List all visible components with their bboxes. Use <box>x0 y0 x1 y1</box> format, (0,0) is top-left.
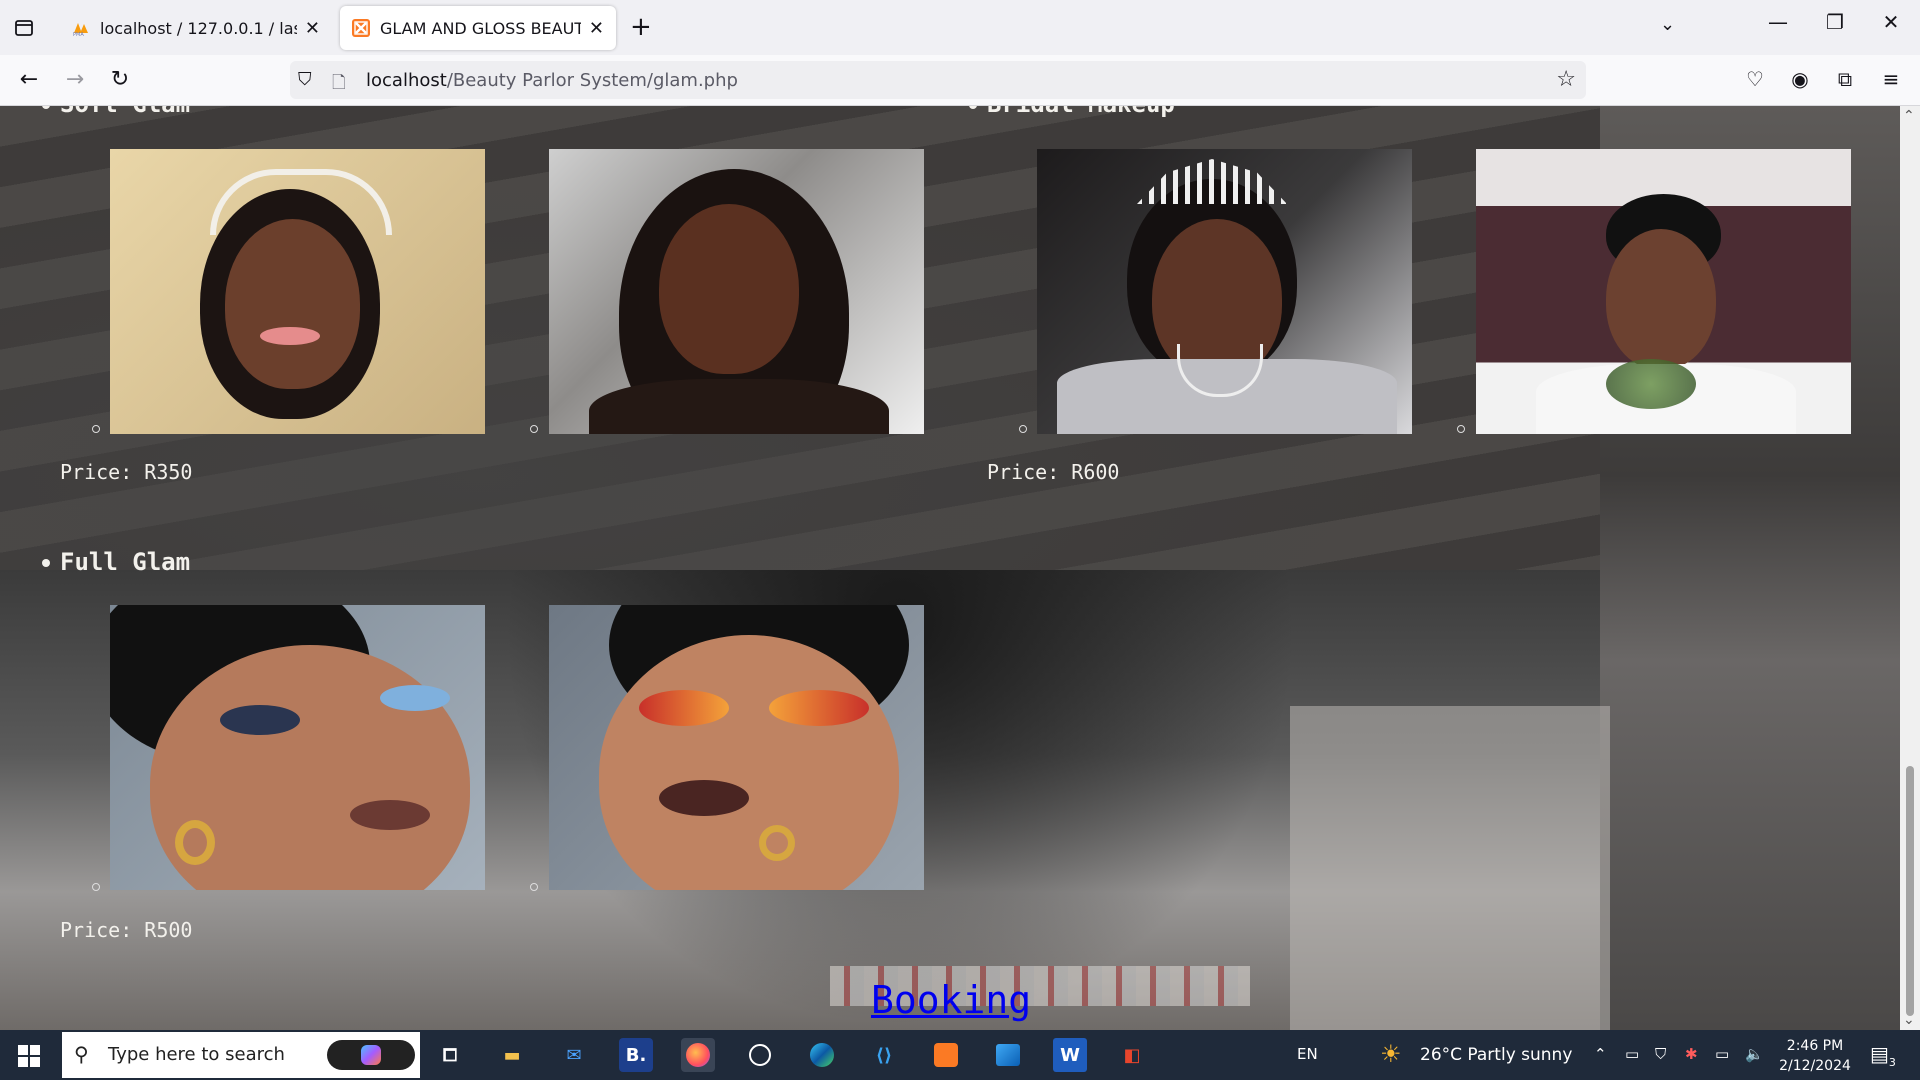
windows-start-icon[interactable] <box>18 1045 40 1067</box>
price-soft-glam: Price: R350 <box>60 460 193 484</box>
tab-glam-gloss[interactable]: GLAM AND GLOSS BEAUTY PAR ✕ <box>340 6 616 50</box>
page-scrollbar[interactable]: ⌃ ⌄ <box>1900 106 1920 1030</box>
bookmark-star-icon[interactable]: ☆ <box>1556 67 1576 92</box>
price-full-glam: Price: R500 <box>60 918 193 942</box>
menu-icon[interactable]: ≡ <box>1876 67 1906 91</box>
restore-icon[interactable]: ❐ <box>1815 10 1855 34</box>
system-clock[interactable]: 2:46 PM 2/12/2024 <box>1770 1036 1860 1076</box>
tab-title: localhost / 127.0.0.1 / lastyear / <box>100 18 297 38</box>
svg-text:PMA: PMA <box>73 32 84 37</box>
language-indicator[interactable]: EN <box>1297 1045 1318 1063</box>
list-bullet <box>92 425 100 433</box>
firefox-icon[interactable] <box>681 1038 715 1072</box>
battery-icon[interactable]: ▭ <box>1715 1045 1729 1063</box>
list-bullet <box>530 425 538 433</box>
section-title-full-glam: Full Glam <box>42 548 190 576</box>
reload-icon[interactable]: ↻ <box>105 67 135 92</box>
bridal-photo-2 <box>1476 149 1851 434</box>
phpmyadmin-icon: PMA <box>73 23 88 37</box>
background-pillar <box>1290 706 1610 1030</box>
bridal-photo-1 <box>1037 149 1412 434</box>
vscode-icon[interactable]: ⟨⟩ <box>867 1038 901 1072</box>
list-bullet <box>1457 425 1465 433</box>
tab-phpmyadmin[interactable]: PMA localhost / 127.0.0.1 / lastyear / ✕ <box>60 6 332 50</box>
back-icon[interactable]: ← <box>14 67 44 92</box>
page-icon[interactable]: 🗋 <box>332 70 346 99</box>
security-shield-icon[interactable]: ⛉ <box>1655 1045 1666 1063</box>
soft-glam-photo-2 <box>549 149 924 434</box>
file-explorer-icon[interactable]: ▬ <box>495 1038 529 1072</box>
chevron-up-icon[interactable]: ⌃ <box>1594 1045 1607 1063</box>
url-text[interactable]: localhost/Beauty Parlor System/glam.php <box>366 70 738 91</box>
chevron-down-icon[interactable]: ⌄ <box>1660 14 1675 35</box>
full-glam-photo-2 <box>549 605 924 890</box>
address-bar[interactable]: ⛉ 🗋 localhost/Beauty Parlor System/glam.… <box>290 61 1586 99</box>
xampp-taskbar-icon[interactable] <box>929 1038 963 1072</box>
new-tab-button[interactable]: + <box>630 12 652 42</box>
pocket-icon[interactable]: ♡ <box>1740 67 1770 91</box>
taskbar-search[interactable]: ⚲ Type here to search <box>62 1032 420 1078</box>
scrollbar-thumb[interactable] <box>1906 766 1914 1016</box>
word-icon[interactable]: W <box>1053 1038 1087 1072</box>
page-viewport: Soft Glam Price: R350 Bridal Makeup Pric… <box>0 106 1900 1030</box>
navigation-bar: ← → ↻ ⛉ 🗋 localhost/Beauty Parlor System… <box>0 55 1920 106</box>
photos-icon[interactable] <box>991 1038 1025 1072</box>
mail-icon[interactable]: ✉ <box>557 1038 591 1072</box>
tab-bar: PMA localhost / 127.0.0.1 / lastyear / ✕… <box>0 0 1920 55</box>
search-placeholder: Type here to search <box>108 1044 285 1065</box>
tab-list-icon[interactable] <box>10 14 38 42</box>
office-icon[interactable]: ◧ <box>1115 1038 1149 1072</box>
list-bullet <box>92 883 100 891</box>
close-icon[interactable]: ✕ <box>305 18 320 39</box>
network-alert-icon[interactable]: ✱ <box>1685 1045 1698 1063</box>
copilot-icon[interactable] <box>327 1040 415 1070</box>
extensions-icon[interactable]: ⧉ <box>1830 67 1860 91</box>
task-view-icon[interactable]: ⧠ <box>433 1038 467 1072</box>
account-icon[interactable]: ◉ <box>1785 67 1815 91</box>
full-glam-photo-1 <box>110 605 485 890</box>
booking-app-icon[interactable]: B. <box>619 1038 653 1072</box>
section-title-soft-glam: Soft Glam <box>42 106 190 118</box>
tab-title: GLAM AND GLOSS BEAUTY PAR <box>380 18 581 38</box>
close-window-icon[interactable]: ✕ <box>1871 10 1911 34</box>
soft-glam-photo-1 <box>110 149 485 434</box>
weather-icon[interactable]: ☀ <box>1380 1040 1402 1068</box>
weather-text[interactable]: 26°C Partly sunny <box>1420 1045 1572 1065</box>
edge-icon[interactable] <box>805 1038 839 1072</box>
shield-icon[interactable]: ⛉ <box>298 69 312 90</box>
media-player-icon[interactable] <box>743 1038 777 1072</box>
windows-taskbar: ⚲ Type here to search ⧠ ▬ ✉ B. ⟨⟩ W ◧ EN… <box>0 1030 1920 1080</box>
search-icon: ⚲ <box>74 1042 89 1066</box>
xampp-icon <box>352 19 370 37</box>
scroll-up-icon[interactable]: ⌃ <box>1903 108 1915 124</box>
notifications-icon[interactable]: ▤3 <box>1870 1042 1896 1069</box>
minimize-icon[interactable]: — <box>1758 10 1798 34</box>
close-icon[interactable]: ✕ <box>589 18 604 39</box>
list-bullet <box>1019 425 1027 433</box>
volume-muted-icon[interactable]: 🔈 <box>1745 1045 1764 1063</box>
device-icon[interactable]: ▭ <box>1625 1045 1639 1063</box>
section-title-bridal-makeup: Bridal Makeup <box>969 106 1175 118</box>
scroll-down-icon[interactable]: ⌄ <box>1903 1012 1915 1028</box>
booking-link[interactable]: Booking <box>871 978 1031 1022</box>
forward-icon[interactable]: → <box>60 67 90 92</box>
price-bridal-makeup: Price: R600 <box>987 460 1120 484</box>
list-bullet <box>530 883 538 891</box>
